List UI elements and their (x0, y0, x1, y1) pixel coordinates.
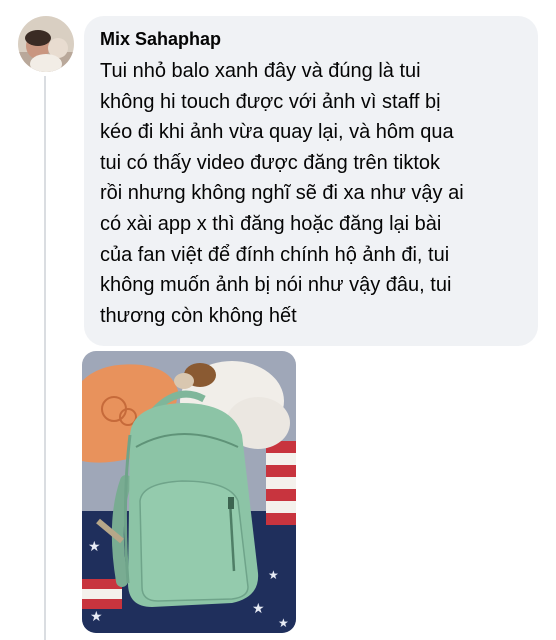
svg-text:★: ★ (90, 609, 103, 625)
comment-author[interactable]: Mix Sahaphap (100, 28, 524, 50)
svg-text:★: ★ (88, 539, 101, 555)
comment-text-line: Tui nhỏ balo xanh đây và đúng là tui (100, 60, 421, 82)
comment-text-line: có xài app x thì đăng hoặc đăng lại bài (100, 212, 442, 235)
avatar-photo (18, 16, 74, 72)
comment-text-line: không hi touch được với ảnh vì staff bị (100, 90, 441, 113)
comment-text-line: thương còn không hết (100, 304, 297, 327)
comment-text-line: không muốn ảnh bị nói như vậy đâu, tui (100, 274, 452, 297)
svg-text:★: ★ (278, 616, 289, 630)
comment-text: Tui nhỏ balo xanh đây và đúng là tui khô… (100, 56, 524, 331)
svg-text:★: ★ (252, 601, 265, 617)
comment-text-line: kéo đi khi ảnh vừa quay lại, và hôm qua (100, 121, 454, 144)
comment-bubble: Mix Sahaphap Tui nhỏ balo xanh đây và đú… (84, 16, 538, 346)
thread-line (44, 76, 46, 640)
backpack-photo: ★ ★ ★ ★ ★ ★ (82, 351, 296, 633)
svg-text:★: ★ (268, 568, 279, 582)
attached-photo[interactable]: ★ ★ ★ ★ ★ ★ (82, 351, 296, 633)
comment-text-line: rồi nhưng không nghĩ sẽ đi xa như vậy ai (100, 182, 464, 205)
comment-text-line: tui có thấy video được đăng trên tiktok (100, 151, 441, 174)
avatar[interactable] (18, 16, 74, 72)
comment-text-line: của fan việt để đính chính hộ ảnh đi, tu… (100, 243, 450, 266)
